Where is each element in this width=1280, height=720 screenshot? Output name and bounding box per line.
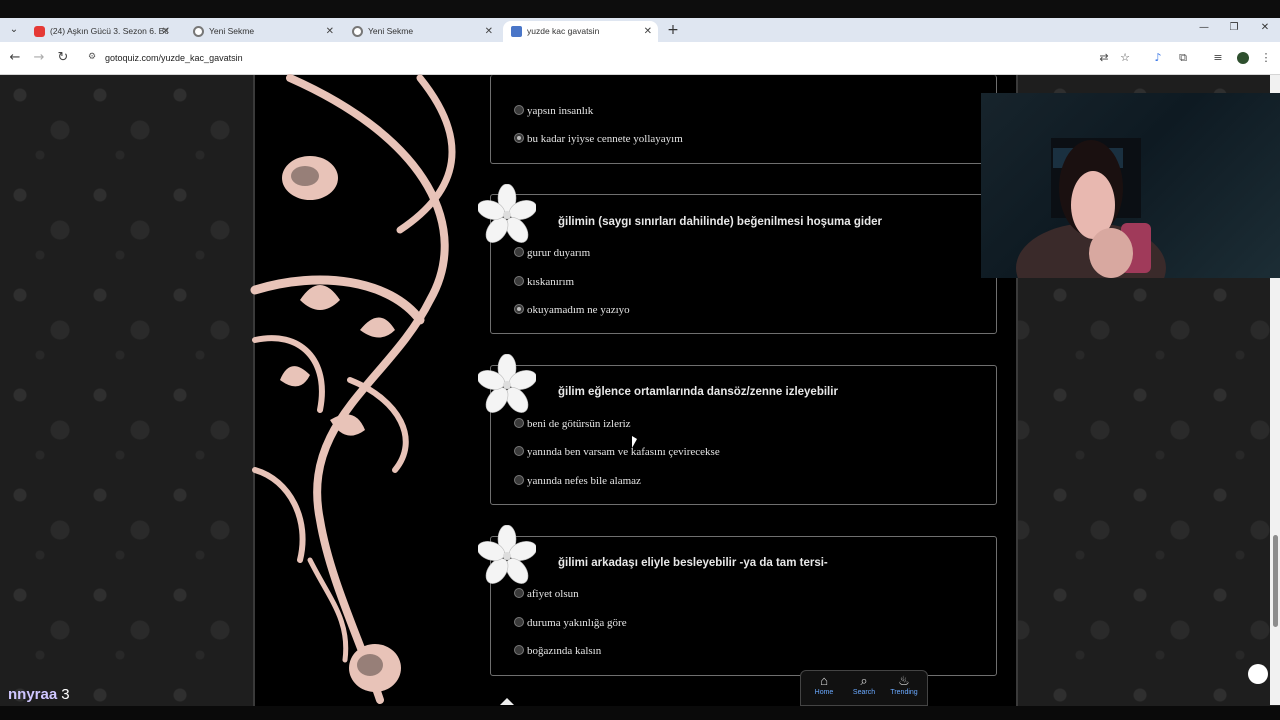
radio-button[interactable] [514,446,524,457]
question-card-0 [490,75,997,164]
radio-button[interactable] [514,105,524,116]
option-q1-2[interactable]: okuyamadım ne yazıyo [514,302,630,318]
address-bar: ← → ↻ ⚙ gotoquiz.com/yuzde_kac_gavatsin … [0,42,1280,75]
floating-extension-button[interactable] [1248,664,1268,684]
reload-icon[interactable]: ↻ [55,50,71,66]
flower-icon [478,354,536,413]
radio-button[interactable] [514,276,524,287]
next-flower-peek [500,698,514,705]
nav-home-button[interactable]: ⌂ Home [804,673,844,697]
option-q2-1[interactable]: yanında ben varsam ve kafasını çevirecek… [514,444,720,460]
option-q3-2[interactable]: boğazında kalsın [514,643,601,659]
stream-overlay-name: nnyraa 3 [8,686,70,703]
tab-strip: ⌄ (24) Aşkın Gücü 3. Sezon 6. Bölüm ✕ Ye… [0,18,1280,42]
menu-kebab-icon[interactable]: ⋮ [1259,51,1273,65]
chrome-icon [352,26,363,37]
omnibox[interactable]: ⚙ gotoquiz.com/yuzde_kac_gavatsin [80,46,1080,70]
mouse-cursor [632,436,637,448]
bookmark-star-icon[interactable]: ☆ [1118,51,1132,65]
option-q3-1[interactable]: duruma yakınlığa göre [514,615,627,631]
site-bottom-nav: ⌂ Home ⌕ Search ♨ Trending [800,670,928,706]
radio-button-selected[interactable] [514,133,524,144]
tab-search-dropdown-icon[interactable]: ⌄ [6,22,22,38]
url-text[interactable]: gotoquiz.com/yuzde_kac_gavatsin [105,46,243,70]
maximize-icon[interactable]: ❐ [1226,22,1242,33]
scrollbar-thumb[interactable] [1273,535,1278,627]
nav-trending-button[interactable]: ♨ Trending [884,673,924,697]
site-info-icon[interactable]: ⚙ [88,52,98,62]
tab-youtube[interactable]: (24) Aşkın Gücü 3. Sezon 6. Bölüm ✕ [26,21,176,42]
profile-avatar-icon[interactable] [1236,51,1250,65]
home-icon: ⌂ [820,673,828,688]
new-tab-icon[interactable]: + [666,20,680,40]
extension-audio-icon[interactable]: ♪ [1151,51,1165,65]
youtube-icon [34,26,45,37]
option-q2-2[interactable]: yanında nefes bile alamaz [514,473,641,489]
os-top-bar [0,0,1280,18]
search-icon: ⌕ [860,673,868,688]
radio-button[interactable] [514,475,524,486]
radio-button[interactable] [514,588,524,599]
tab-new-1[interactable]: Yeni Sekme ✕ [185,21,340,42]
reading-list-icon[interactable]: ≡ [1211,51,1225,65]
radio-button-selected[interactable] [514,304,524,315]
radio-button[interactable] [514,247,524,258]
chrome-icon [193,26,204,37]
question-title-3: ğilimi arkadaşı eliyle besleyebilir -ya … [558,557,828,569]
gotoquiz-icon [511,26,522,37]
extensions-puzzle-icon[interactable]: ⧉ [1176,51,1190,65]
minimize-icon[interactable]: — [1196,22,1212,33]
radio-button[interactable] [514,645,524,656]
radio-button[interactable] [514,418,524,429]
close-tab-icon[interactable]: ✕ [644,21,652,42]
webcam-person-image [1016,138,1166,278]
question-title-2: ğilim eğlence ortamlarında dansöz/zenne … [558,386,838,398]
bottom-strip [0,706,1280,720]
question-title-1: ğilimin (saygı sınırları dahilinde) beğe… [558,216,882,228]
option-q0-1[interactable]: bu kadar iyiyse cennete yollayayım [514,131,683,147]
tab-new-2[interactable]: Yeni Sekme ✕ [344,21,499,42]
option-q1-0[interactable]: gurur duyarım [514,245,590,261]
option-q3-0[interactable]: afiyet olsun [514,586,579,602]
option-q2-0[interactable]: beni de götürsün izleriz [514,416,631,432]
back-icon[interactable]: ← [7,50,23,66]
close-tab-icon[interactable]: ✕ [485,21,493,42]
nav-search-button[interactable]: ⌕ Search [844,673,884,697]
option-q0-0[interactable]: yapsın insanlık [514,103,593,119]
webcam-overlay [981,93,1280,278]
close-tab-icon[interactable]: ✕ [162,21,170,42]
option-q1-1[interactable]: kıskanırım [514,274,574,290]
flower-icon [478,525,536,584]
fire-icon: ♨ [898,673,910,688]
tab-quiz-active[interactable]: yuzde kac gavatsin ✕ [503,21,658,42]
translate-icon[interactable]: ⇄ [1097,51,1111,65]
radio-button[interactable] [514,617,524,628]
flower-icon [478,184,536,243]
forward-icon[interactable]: → [31,50,47,66]
close-tab-icon[interactable]: ✕ [326,21,334,42]
close-window-icon[interactable]: ✕ [1257,22,1273,33]
